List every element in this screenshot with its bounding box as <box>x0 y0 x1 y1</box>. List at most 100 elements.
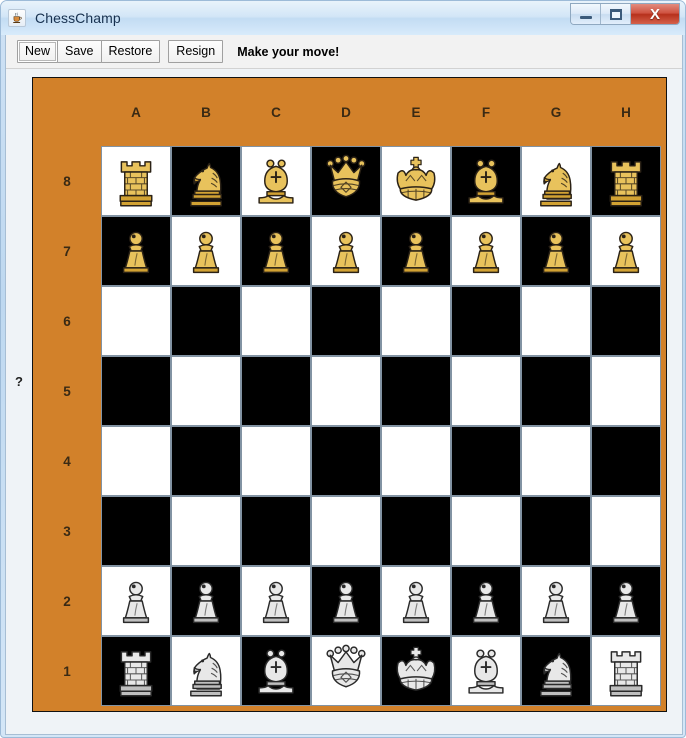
white-pawn-icon[interactable] <box>529 574 583 628</box>
square-b4[interactable] <box>171 426 241 496</box>
square-a5[interactable] <box>101 356 171 426</box>
square-g7[interactable] <box>521 216 591 286</box>
black-rook-icon[interactable] <box>109 154 163 208</box>
square-f8[interactable] <box>451 146 521 216</box>
white-pawn-icon[interactable] <box>599 574 653 628</box>
black-pawn-icon[interactable] <box>109 224 163 278</box>
save-button[interactable]: Save <box>57 40 102 63</box>
square-g4[interactable] <box>521 426 591 496</box>
square-d2[interactable] <box>311 566 381 636</box>
square-f4[interactable] <box>451 426 521 496</box>
black-pawn-icon[interactable] <box>319 224 373 278</box>
square-d3[interactable] <box>311 496 381 566</box>
white-rook-icon[interactable] <box>109 644 163 698</box>
black-king-icon[interactable] <box>389 154 443 208</box>
square-g1[interactable] <box>521 636 591 706</box>
square-c6[interactable] <box>241 286 311 356</box>
square-d6[interactable] <box>311 286 381 356</box>
square-f5[interactable] <box>451 356 521 426</box>
square-e8[interactable] <box>381 146 451 216</box>
square-b3[interactable] <box>171 496 241 566</box>
square-d7[interactable] <box>311 216 381 286</box>
square-c7[interactable] <box>241 216 311 286</box>
square-e1[interactable] <box>381 636 451 706</box>
black-pawn-icon[interactable] <box>389 224 443 278</box>
white-king-icon[interactable] <box>389 644 443 698</box>
square-f1[interactable] <box>451 636 521 706</box>
white-bishop-icon[interactable] <box>249 644 303 698</box>
white-knight-icon[interactable] <box>179 644 233 698</box>
black-bishop-icon[interactable] <box>459 154 513 208</box>
minimize-button[interactable] <box>571 4 601 24</box>
white-pawn-icon[interactable] <box>179 574 233 628</box>
square-b1[interactable] <box>171 636 241 706</box>
square-h2[interactable] <box>591 566 661 636</box>
square-b7[interactable] <box>171 216 241 286</box>
square-a3[interactable] <box>101 496 171 566</box>
square-b8[interactable] <box>171 146 241 216</box>
square-e7[interactable] <box>381 216 451 286</box>
square-c5[interactable] <box>241 356 311 426</box>
square-a7[interactable] <box>101 216 171 286</box>
square-b2[interactable] <box>171 566 241 636</box>
square-a8[interactable] <box>101 146 171 216</box>
square-a1[interactable] <box>101 636 171 706</box>
square-g3[interactable] <box>521 496 591 566</box>
restore-button[interactable]: Restore <box>100 40 161 63</box>
square-d5[interactable] <box>311 356 381 426</box>
square-g8[interactable] <box>521 146 591 216</box>
resign-button[interactable]: Resign <box>168 40 224 63</box>
square-e3[interactable] <box>381 496 451 566</box>
square-a6[interactable] <box>101 286 171 356</box>
new-button[interactable]: New <box>17 40 59 63</box>
white-bishop-icon[interactable] <box>459 644 513 698</box>
square-d8[interactable] <box>311 146 381 216</box>
title-bar[interactable]: ChessChamp X <box>1 1 685 35</box>
square-g2[interactable] <box>521 566 591 636</box>
white-pawn-icon[interactable] <box>389 574 443 628</box>
square-f2[interactable] <box>451 566 521 636</box>
white-pawn-icon[interactable] <box>249 574 303 628</box>
square-h4[interactable] <box>591 426 661 496</box>
square-h6[interactable] <box>591 286 661 356</box>
square-h7[interactable] <box>591 216 661 286</box>
white-rook-icon[interactable] <box>599 644 653 698</box>
square-h8[interactable] <box>591 146 661 216</box>
white-pawn-icon[interactable] <box>459 574 513 628</box>
square-c3[interactable] <box>241 496 311 566</box>
square-e2[interactable] <box>381 566 451 636</box>
square-f3[interactable] <box>451 496 521 566</box>
square-a4[interactable] <box>101 426 171 496</box>
square-e5[interactable] <box>381 356 451 426</box>
black-knight-icon[interactable] <box>529 154 583 208</box>
square-e4[interactable] <box>381 426 451 496</box>
white-queen-icon[interactable] <box>319 644 373 698</box>
square-f7[interactable] <box>451 216 521 286</box>
black-rook-icon[interactable] <box>599 154 653 208</box>
square-a2[interactable] <box>101 566 171 636</box>
square-e6[interactable] <box>381 286 451 356</box>
square-b6[interactable] <box>171 286 241 356</box>
maximize-button[interactable] <box>601 4 631 24</box>
black-bishop-icon[interactable] <box>249 154 303 208</box>
square-h1[interactable] <box>591 636 661 706</box>
white-knight-icon[interactable] <box>529 644 583 698</box>
black-knight-icon[interactable] <box>179 154 233 208</box>
white-pawn-icon[interactable] <box>319 574 373 628</box>
black-queen-icon[interactable] <box>319 154 373 208</box>
square-g6[interactable] <box>521 286 591 356</box>
black-pawn-icon[interactable] <box>459 224 513 278</box>
square-c2[interactable] <box>241 566 311 636</box>
close-button[interactable]: X <box>631 4 679 24</box>
square-d1[interactable] <box>311 636 381 706</box>
square-g5[interactable] <box>521 356 591 426</box>
square-h3[interactable] <box>591 496 661 566</box>
white-pawn-icon[interactable] <box>109 574 163 628</box>
square-b5[interactable] <box>171 356 241 426</box>
square-c1[interactable] <box>241 636 311 706</box>
black-pawn-icon[interactable] <box>179 224 233 278</box>
black-pawn-icon[interactable] <box>529 224 583 278</box>
square-c4[interactable] <box>241 426 311 496</box>
square-d4[interactable] <box>311 426 381 496</box>
square-h5[interactable] <box>591 356 661 426</box>
